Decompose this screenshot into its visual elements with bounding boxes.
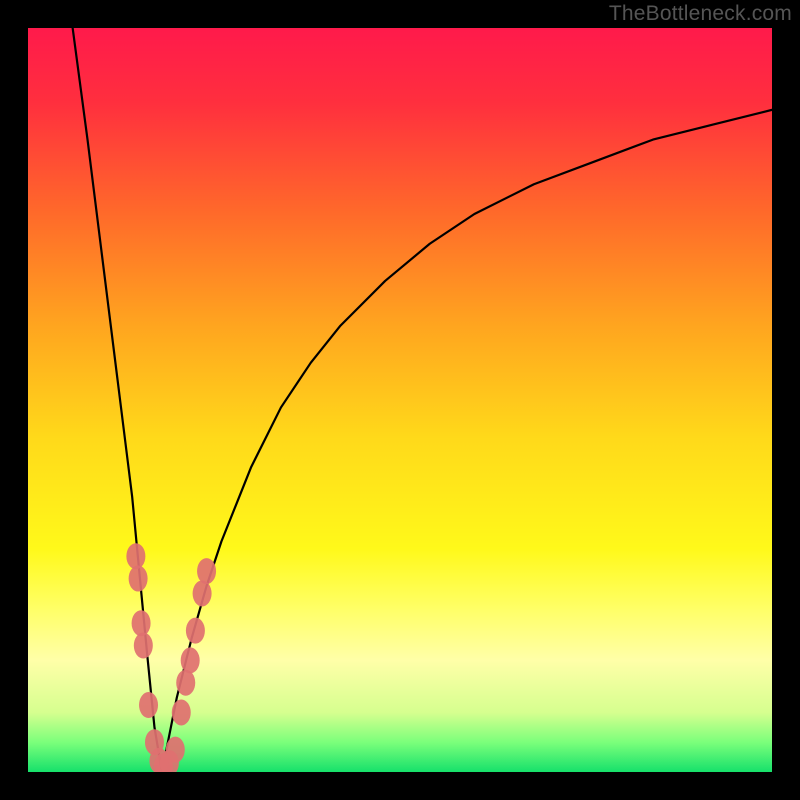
marker-point: [139, 692, 158, 718]
marker-point: [172, 699, 191, 725]
plot-area: [28, 28, 772, 772]
watermark-text: TheBottleneck.com: [609, 2, 792, 26]
marker-point: [186, 618, 205, 644]
marker-point: [126, 543, 145, 569]
marker-point: [166, 737, 185, 763]
marker-point: [181, 647, 200, 673]
marker-point: [132, 610, 151, 636]
bottleneck-chart: [28, 28, 772, 772]
marker-point: [193, 580, 212, 606]
chart-frame: TheBottleneck.com: [0, 0, 800, 800]
gradient-background: [28, 28, 772, 772]
marker-point: [134, 633, 153, 659]
marker-point: [176, 670, 195, 696]
marker-point: [129, 566, 148, 592]
marker-point: [197, 558, 216, 584]
